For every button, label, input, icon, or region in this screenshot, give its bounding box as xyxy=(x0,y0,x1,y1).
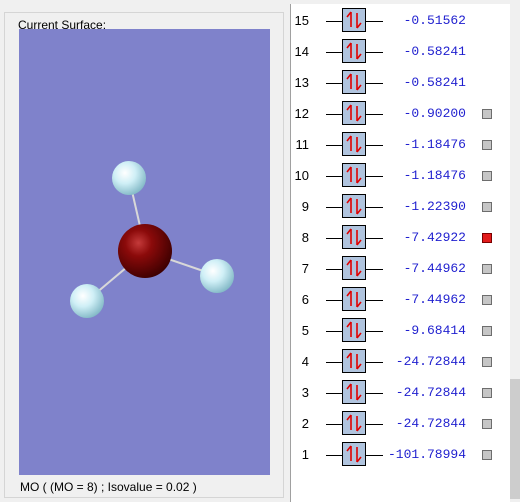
mo-row[interactable]: 12 -0.90200 xyxy=(291,99,520,129)
mo-row[interactable]: 2 -24.72844 xyxy=(291,409,520,439)
mo-index: 1 xyxy=(301,447,309,462)
surface-caption: MO ( (MO = 8) ; Isovalue = 0.02 ) xyxy=(20,480,197,494)
mo-index: 4 xyxy=(301,354,309,369)
mo-row[interactable]: 15 -0.51562 xyxy=(291,6,520,36)
hydrogen-atom-left xyxy=(70,284,104,318)
mo-checkbox[interactable] xyxy=(482,140,492,150)
central-atom xyxy=(118,224,172,278)
mo-energy: -24.72844 xyxy=(395,416,466,431)
mo-energy: -9.68414 xyxy=(403,323,466,338)
mo-energy: -0.51562 xyxy=(403,13,466,28)
mo-energy: -0.90200 xyxy=(403,106,466,121)
mo-list-panel[interactable]: 15 -0.51562 14 -0.58241 13 -0.58241 12 -0.90200… xyxy=(290,4,520,502)
mo-energy: -1.18476 xyxy=(403,168,466,183)
mo-index: 6 xyxy=(301,292,309,307)
mo-index: 3 xyxy=(301,385,309,400)
mo-checkbox[interactable] xyxy=(482,388,492,398)
mo-energy: -24.72844 xyxy=(395,385,466,400)
mo-row[interactable]: 6 -7.44962 xyxy=(291,285,520,315)
mo-row[interactable]: 10 -1.18476 xyxy=(291,161,520,191)
mo-checkbox[interactable] xyxy=(482,171,492,181)
mo-energy: -7.44962 xyxy=(403,261,466,276)
mo-index: 9 xyxy=(301,199,309,214)
mo-index: 13 xyxy=(294,75,309,90)
mo-scrollbar-thumb[interactable] xyxy=(510,379,520,499)
molecule-render xyxy=(70,161,234,318)
mo-checkbox[interactable] xyxy=(482,357,492,367)
mo-checkbox[interactable] xyxy=(482,295,492,305)
mo-checkbox[interactable] xyxy=(482,450,492,460)
hydrogen-atom-top xyxy=(112,161,146,195)
mo-row[interactable]: 5 -9.68414 xyxy=(291,316,520,346)
mo-row[interactable]: 4 -24.72844 xyxy=(291,347,520,377)
mo-index: 14 xyxy=(294,44,309,59)
mo-index: 10 xyxy=(294,168,309,183)
mo-checkbox[interactable] xyxy=(482,326,492,336)
mo-row[interactable]: 1 -101.78994 xyxy=(291,440,520,470)
mo-index: 12 xyxy=(294,106,309,121)
hydrogen-atom-right xyxy=(200,259,234,293)
mo-checkbox[interactable] xyxy=(482,419,492,429)
mo-checkbox-selected[interactable] xyxy=(482,233,492,243)
mo-index: 2 xyxy=(301,416,309,431)
mo-index: 8 xyxy=(301,230,309,245)
mo-row[interactable]: 14 -0.58241 xyxy=(291,37,520,67)
mo-energy: -7.42922 xyxy=(403,230,466,245)
mo-energy: -1.22390 xyxy=(403,199,466,214)
mo-energy: -24.72844 xyxy=(395,354,466,369)
mo-checkbox[interactable] xyxy=(482,109,492,119)
mo-index: 7 xyxy=(301,261,309,276)
mo-row[interactable]: 11 -1.18476 xyxy=(291,130,520,160)
mo-energy: -1.18476 xyxy=(403,137,466,152)
mo-checkbox[interactable] xyxy=(482,202,492,212)
mo-checkbox[interactable] xyxy=(482,264,492,274)
mo-index: 11 xyxy=(295,137,310,152)
molecule-viewport[interactable] xyxy=(19,29,270,475)
mo-energy: -7.44962 xyxy=(403,292,466,307)
mo-energy: -0.58241 xyxy=(403,44,466,59)
mo-index: 5 xyxy=(301,323,309,338)
mo-row[interactable]: 9 -1.22390 xyxy=(291,192,520,222)
mo-row[interactable]: 13 -0.58241 xyxy=(291,68,520,98)
mo-row[interactable]: 3 -24.72844 xyxy=(291,378,520,408)
mo-row[interactable]: 8 -7.42922 xyxy=(291,223,520,253)
mo-energy: -101.78994 xyxy=(387,447,466,462)
mo-index: 15 xyxy=(294,13,309,28)
mo-energy: -0.58241 xyxy=(403,75,466,90)
mo-scrollbar[interactable] xyxy=(510,4,520,502)
mo-row[interactable]: 7 -7.44962 xyxy=(291,254,520,284)
